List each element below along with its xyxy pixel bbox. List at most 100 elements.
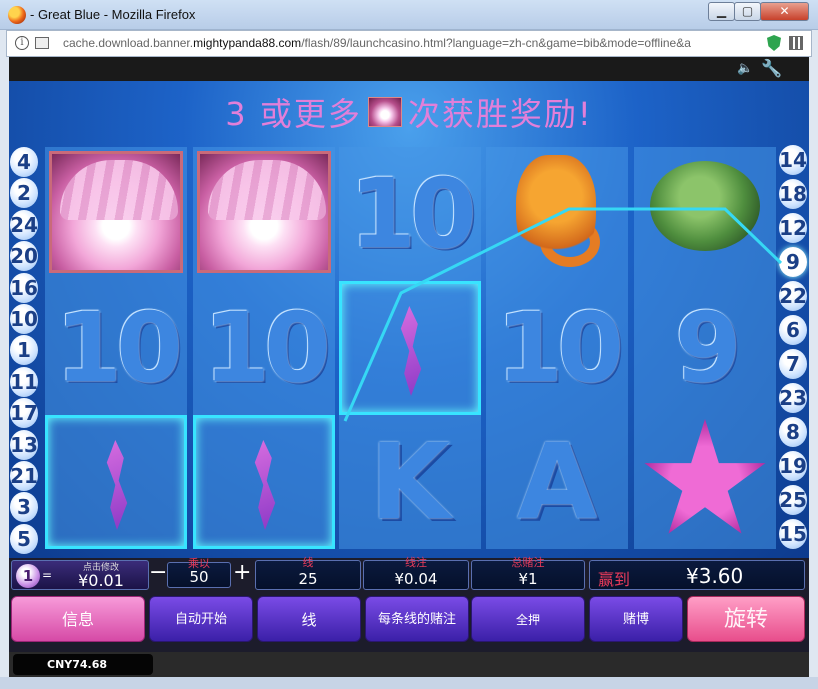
reel-cell bbox=[193, 415, 335, 549]
info-button[interactable]: 信息 bbox=[11, 596, 145, 642]
total-bet-box: 总赌注 ¥1 bbox=[471, 556, 585, 590]
minimize-button[interactable]: ▁ bbox=[708, 2, 735, 21]
multiplier-plus-button[interactable]: + bbox=[233, 562, 251, 586]
coin-icon: 1 bbox=[16, 564, 40, 588]
coin-equals: = bbox=[42, 568, 53, 582]
speaker-icon[interactable]: 🔈 bbox=[737, 62, 753, 76]
maximize-button[interactable]: ▢ bbox=[734, 2, 761, 21]
win-value: ¥3.60 bbox=[686, 564, 744, 588]
lines-button[interactable]: 线 bbox=[257, 596, 361, 642]
payline-left-0[interactable]: 4 bbox=[10, 147, 38, 177]
url-path: /flash/89/launchcasino.html?language=zh-… bbox=[301, 36, 691, 50]
info-icon[interactable]: i bbox=[15, 36, 29, 50]
payline-right-1[interactable]: 18 bbox=[779, 179, 807, 209]
reel-cell: 10 bbox=[45, 281, 187, 415]
number-symbol: 10 bbox=[496, 292, 624, 404]
payline-right-4[interactable]: 22 bbox=[779, 281, 807, 311]
reel-5: 9 bbox=[634, 147, 776, 549]
payline-right-10[interactable]: 25 bbox=[779, 485, 807, 515]
game-toolbar: 🔈 🔧 bbox=[9, 57, 809, 81]
shield-icon[interactable] bbox=[767, 35, 781, 51]
close-button[interactable]: ✕ bbox=[760, 2, 809, 21]
firefox-icon bbox=[8, 6, 26, 24]
payline-right-2[interactable]: 12 bbox=[779, 213, 807, 243]
number-symbol: 10 bbox=[349, 158, 477, 270]
payline-left-1[interactable]: 2 bbox=[10, 178, 38, 209]
payline-left-3[interactable]: 20 bbox=[10, 241, 38, 272]
reel-cell: K bbox=[339, 415, 481, 549]
payline-right-9[interactable]: 19 bbox=[779, 451, 807, 481]
window-bottom-edge bbox=[0, 677, 818, 689]
reel-cell: A bbox=[486, 415, 628, 549]
number-symbol: 10 bbox=[55, 292, 183, 404]
number-symbol: 10 bbox=[203, 292, 331, 404]
payline-left-12[interactable]: 5 bbox=[10, 523, 38, 554]
bet-per-line-button[interactable]: 每条线的赌注 bbox=[365, 596, 469, 642]
payline-right-0[interactable]: 14 bbox=[779, 145, 807, 175]
reel-cell: 10 bbox=[339, 147, 481, 281]
reel-2: 10 bbox=[193, 147, 335, 549]
payline-left-5[interactable]: 10 bbox=[10, 304, 38, 334]
url-domain: mightypanda88.com bbox=[193, 36, 302, 50]
total-bet-label: 总赌注 bbox=[511, 556, 545, 569]
total-bet-value: ¥1 bbox=[518, 570, 538, 588]
payline-left-4[interactable]: 16 bbox=[10, 272, 38, 303]
reel-3: 10 K bbox=[339, 147, 481, 549]
payline-right-5[interactable]: 6 bbox=[779, 315, 807, 345]
win-box: 赢到 ¥3.60 bbox=[589, 560, 805, 590]
line-bet-label: 线注 bbox=[405, 556, 427, 569]
payline-right-11[interactable]: 15 bbox=[779, 519, 807, 549]
starfish-icon bbox=[644, 419, 766, 534]
control-bar: 1 = 点击修改 ¥0.01 − 乘以 50 + 线 25 线注 ¥0.04 总… bbox=[9, 556, 809, 652]
reel-cell bbox=[193, 147, 335, 281]
balance-display: CNY74.68 bbox=[13, 654, 153, 675]
payline-left-8[interactable]: 17 bbox=[10, 398, 38, 429]
payline-left-6[interactable]: 1 bbox=[10, 335, 38, 366]
letter-symbol: A bbox=[516, 421, 598, 543]
payline-right-8[interactable]: 8 bbox=[779, 417, 807, 447]
reel-cell: 9 bbox=[634, 281, 776, 415]
payline-right-3[interactable]: 9 bbox=[779, 247, 807, 277]
reel-cell bbox=[339, 281, 481, 415]
payline-right-6[interactable]: 7 bbox=[779, 349, 807, 379]
wild-symbol-icon bbox=[400, 306, 422, 396]
letter-symbol: K bbox=[369, 421, 451, 543]
win-banner: 3 或更多 次获胜奖励! bbox=[9, 89, 809, 133]
payline-right-7[interactable]: 23 bbox=[779, 383, 807, 413]
autoplay-button[interactable]: 自动开始 bbox=[149, 596, 253, 642]
line-bet-box: 线注 ¥0.04 bbox=[363, 556, 469, 590]
gamble-button[interactable]: 赌博 bbox=[589, 596, 683, 642]
max-bet-button[interactable]: 全押 bbox=[471, 596, 585, 642]
payline-left-11[interactable]: 3 bbox=[10, 492, 38, 523]
coin-value: ¥0.01 bbox=[78, 571, 124, 590]
address-bar[interactable]: i cache.download.banner.mightypanda88.co… bbox=[6, 30, 812, 57]
payline-left-7[interactable]: 11 bbox=[10, 366, 38, 397]
window-titlebar: - Great Blue - Mozilla Firefox ▁ ▢ ✕ bbox=[0, 0, 818, 30]
lines-value: 25 bbox=[298, 570, 318, 588]
wrench-icon[interactable]: 🔧 bbox=[761, 59, 782, 79]
reel-4: 10 A bbox=[486, 147, 628, 549]
lines-label: 线 bbox=[302, 556, 314, 569]
multiplier-value: 50 bbox=[189, 568, 209, 586]
wild-symbol-icon bbox=[106, 440, 128, 530]
reel-cell bbox=[45, 147, 187, 281]
clam-pearl-icon bbox=[49, 151, 183, 273]
reel-cell bbox=[45, 415, 187, 549]
url-text[interactable]: cache.download.banner.mightypanda88.com/… bbox=[63, 36, 763, 50]
game-stage: 3 或更多 次获胜奖励! 4 2 24 20 16 10 1 11 17 13 21 3 5 14 18 12… bbox=[9, 81, 809, 558]
payline-left-10[interactable]: 21 bbox=[10, 461, 38, 491]
line-bet-value: ¥0.04 bbox=[394, 570, 438, 588]
reel-1: 10 bbox=[45, 147, 187, 549]
reel-cell bbox=[486, 147, 628, 281]
coin-value-box[interactable]: 1 = 点击修改 ¥0.01 bbox=[11, 560, 149, 590]
turtle-icon bbox=[650, 161, 760, 251]
qr-code-icon[interactable] bbox=[789, 36, 803, 50]
payline-left-2[interactable]: 24 bbox=[10, 209, 38, 240]
pearl-icon bbox=[367, 97, 402, 127]
spin-button[interactable]: 旋转 bbox=[687, 596, 805, 642]
multiplier-minus-button[interactable]: − bbox=[149, 562, 167, 586]
reel-cell: 10 bbox=[486, 281, 628, 415]
banner-suffix: 次获胜奖励! bbox=[407, 95, 593, 133]
payline-left-9[interactable]: 13 bbox=[10, 429, 38, 460]
reel-cell bbox=[634, 415, 776, 549]
